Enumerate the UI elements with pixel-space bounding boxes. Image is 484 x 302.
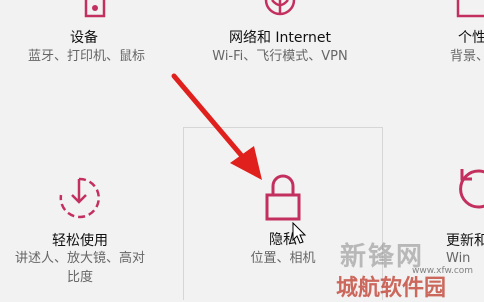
watermark: 新锋网 www.xfw.com 城航软件园 (322, 236, 484, 301)
mouse-cursor-icon (292, 222, 307, 244)
watermark-line2: 城航软件园 (336, 276, 447, 301)
